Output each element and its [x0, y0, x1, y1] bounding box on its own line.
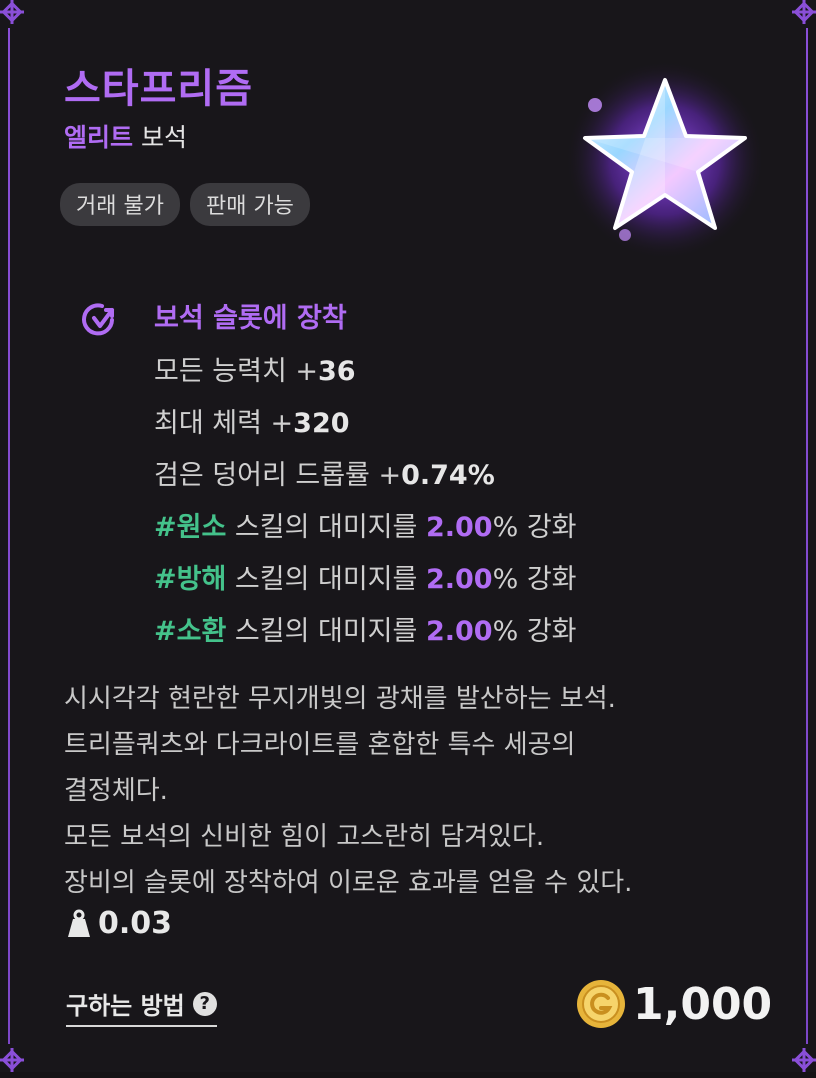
item-grade: 엘리트 — [64, 123, 134, 152]
how-to-obtain-label: 구하는 방법 — [66, 992, 185, 1020]
help-icon[interactable]: ? — [192, 991, 217, 1016]
how-to-obtain-link[interactable]: 구하는 방법 ? — [66, 986, 217, 1027]
item-tags: 거래 불가 판매 가능 — [60, 183, 310, 226]
skill-line: #소환 스킬의 대미지를 2.00% 강화 — [154, 606, 754, 658]
description-line: 트리플쿼츠와 다크라이트를 혼합한 특수 세공의 — [64, 730, 576, 760]
weight-icon — [68, 909, 90, 937]
skill-text: 스킬의 대미지를 — [226, 616, 426, 647]
description-line: 결정체다. — [64, 776, 168, 806]
stat-value: 36 — [318, 356, 356, 387]
equip-slot-icon — [82, 303, 114, 336]
tag-untradable: 거래 불가 — [60, 183, 180, 226]
corner-ornament-icon — [792, 1048, 816, 1072]
corner-ornament-icon — [0, 0, 24, 24]
left-border — [8, 28, 10, 1044]
description-line: 시시각각 현란한 무지개빛의 광채를 발산하는 보석. — [64, 684, 616, 714]
skill-line: #원소 스킬의 대미지를 2.00% 강화 — [154, 502, 754, 554]
weight-value: 0.03 — [98, 906, 173, 941]
description-line: 장비의 슬롯에 장착하여 이로운 효과를 얻을 수 있다. — [64, 868, 633, 898]
skill-unit: % — [492, 616, 519, 647]
skill-text: 스킬의 대미지를 — [226, 512, 426, 543]
stat-line: 모든 능력치 +36 — [154, 346, 754, 398]
item-type: 엘리트 보석 — [64, 118, 187, 154]
star-gem-icon — [555, 60, 775, 270]
skill-value: 2.00 — [425, 512, 493, 543]
skill-tag: #원소 — [154, 512, 227, 543]
skill-tag: #소환 — [154, 616, 227, 647]
stat-value: 0.74% — [401, 460, 495, 491]
price-value: 1,000 — [633, 978, 773, 1030]
skill-suffix: 강화 — [518, 512, 577, 543]
skill-line: #방해 스킬의 대미지를 2.00% 강화 — [154, 554, 754, 606]
item-name: 스타프리즘 — [64, 66, 253, 112]
skill-value: 2.00 — [425, 616, 493, 647]
item-price: 1,000 — [575, 978, 772, 1030]
skill-suffix: 강화 — [518, 616, 577, 647]
stat-value: 320 — [293, 408, 350, 439]
stat-line: 검은 덩어리 드롭률 +0.74% — [154, 450, 754, 502]
item-weight: 0.03 — [66, 906, 172, 941]
stat-list: 모든 능력치 +36 최대 체력 +320 검은 덩어리 드롭률 +0.74% … — [154, 346, 754, 658]
item-tooltip-panel: 스타프리즘 엘리트 보석 거래 불가 판매 가능 보석 슬롯에 장착 모든 능력… — [0, 0, 816, 1072]
skill-value: 2.00 — [425, 564, 493, 595]
gold-coin-icon — [577, 980, 625, 1028]
skill-suffix: 강화 — [518, 564, 577, 595]
skill-tag: #방해 — [154, 564, 227, 595]
skill-text: 스킬의 대미지를 — [226, 564, 426, 595]
description-line: 모든 보석의 신비한 힘이 고스란히 담겨있다. — [64, 822, 545, 852]
skill-unit: % — [492, 564, 519, 595]
item-category: 보석 — [140, 123, 187, 152]
stat-line: 최대 체력 +320 — [154, 398, 754, 450]
effect-title: 보석 슬롯에 장착 — [154, 303, 347, 334]
skill-unit: % — [492, 512, 519, 543]
tag-sellable: 판매 가능 — [189, 183, 310, 226]
corner-ornament-icon — [792, 0, 816, 24]
corner-ornament-icon — [0, 1048, 24, 1072]
item-description: 시시각각 현란한 무지개빛의 광채를 발산하는 보석. 트리플쿼츠와 다크라이트… — [64, 676, 784, 906]
right-border — [806, 28, 808, 1044]
stat-label: 모든 능력치 + — [154, 356, 318, 387]
stat-label: 검은 덩어리 드롭률 + — [154, 460, 402, 491]
stat-label: 최대 체력 + — [154, 408, 294, 439]
